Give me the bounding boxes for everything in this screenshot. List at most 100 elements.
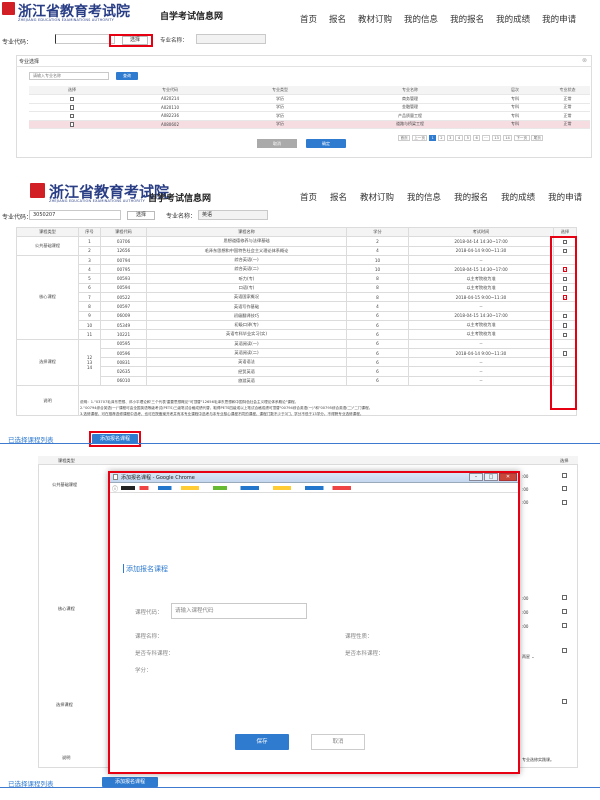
cell: 8	[346, 282, 409, 294]
checkbox-icon[interactable]	[562, 248, 568, 254]
close-button[interactable]: ✕	[499, 473, 517, 481]
page-5[interactable]: 5	[464, 135, 472, 141]
close-icon[interactable]: ⊗	[582, 57, 587, 64]
row-checkbox[interactable]	[29, 111, 115, 121]
major-code-input[interactable]	[55, 34, 115, 44]
table-header: 课程类型 序号 课程代码 课程名称 学分 考试时间 选择	[16, 226, 577, 238]
nav-myscore[interactable]: 我的成绩	[501, 191, 535, 203]
nav-textbook[interactable]: 教材订购	[360, 191, 394, 203]
cancel-button[interactable]: 取消	[257, 139, 297, 148]
minimize-button[interactable]: –	[469, 473, 483, 481]
cell: 2018-04-15 14:30~17:00	[408, 264, 554, 275]
window-title: 添加报名课程 - Google Chrome	[121, 475, 195, 481]
major-code-input[interactable]: 3050207	[29, 210, 121, 220]
major-name-input[interactable]	[196, 34, 266, 44]
page-prev[interactable]: 上一页	[411, 135, 428, 141]
cancel-button[interactable]: 取消	[311, 734, 365, 750]
page-first[interactable]: 首页	[398, 135, 411, 141]
cell: 8	[78, 301, 101, 312]
nav-home[interactable]: 首页	[300, 13, 317, 25]
row-select-empty	[553, 375, 577, 387]
row-checkbox[interactable]	[29, 103, 115, 112]
checkbox-icon[interactable]	[69, 113, 75, 119]
row-checkbox[interactable]	[553, 319, 577, 331]
nav-myapply[interactable]: 我的申请	[542, 13, 576, 25]
page-2[interactable]: 2	[437, 135, 446, 141]
row-checkbox[interactable]	[553, 329, 577, 340]
confirm-button[interactable]: 确定	[306, 139, 346, 148]
course-type: 选择课程	[16, 338, 79, 387]
checkbox-icon[interactable]	[562, 595, 567, 600]
checkbox-icon[interactable]	[562, 623, 567, 628]
checkbox-icon[interactable]	[562, 286, 568, 291]
row-checkbox[interactable]	[553, 310, 577, 321]
cell: 00794	[100, 254, 147, 266]
nav-home[interactable]: 首页	[300, 191, 317, 203]
col-header: 学分	[346, 226, 409, 238]
table-row: 选择课程 12 13 14 00595 英语阅读(一) 6 --	[16, 338, 577, 387]
table-row[interactable]: A020214 学历 商务管理 专科 正常	[29, 94, 590, 104]
table-row[interactable]: A082236 学历 产品质量工程 专科 正常	[29, 111, 590, 121]
checkbox-icon[interactable]	[562, 313, 568, 319]
col-header: 专业状态	[545, 86, 590, 95]
table-row: 06010 旅游英语 6 --	[17, 375, 577, 387]
major-search-input[interactable]: 请输入专业名称	[29, 72, 109, 80]
row-checkbox[interactable]	[553, 264, 577, 275]
search-button[interactable]: 查询	[116, 72, 138, 80]
page-4[interactable]: 4	[455, 135, 463, 141]
divider	[0, 443, 600, 444]
row-checkbox[interactable]	[553, 245, 577, 256]
nav-myapply[interactable]: 我的申请	[548, 191, 582, 203]
cell: --	[408, 338, 554, 349]
row-checkbox[interactable]	[553, 347, 577, 359]
nav-myreg[interactable]: 我的报名	[454, 191, 488, 203]
row-checkbox[interactable]	[553, 282, 577, 294]
nav-myreg[interactable]: 我的报名	[450, 13, 484, 25]
checkbox-icon[interactable]	[562, 699, 567, 704]
row-checkbox[interactable]	[29, 94, 115, 104]
checkbox-icon[interactable]	[562, 276, 568, 282]
row-checkbox[interactable]	[29, 120, 115, 129]
checkbox-icon[interactable]	[69, 96, 75, 102]
checkbox-icon[interactable]	[562, 473, 567, 478]
checkbox-icon[interactable]	[69, 122, 75, 127]
nav-register[interactable]: 报名	[330, 191, 347, 203]
nav-textbook[interactable]: 教材订购	[358, 13, 392, 25]
bg-select[interactable]: 两星 ⌄	[522, 654, 535, 660]
checkbox-icon[interactable]	[562, 351, 568, 356]
course-code-input[interactable]: 请输入课程代码	[171, 603, 307, 619]
page-6[interactable]: 6	[472, 135, 481, 141]
page-13[interactable]: 13	[491, 135, 502, 141]
table-row[interactable]: A020110 学历 金融管理 专科 正常	[29, 103, 590, 112]
page-last[interactable]: 尾页	[531, 135, 544, 141]
checkbox-icon[interactable]	[562, 648, 567, 653]
checkbox-icon[interactable]	[562, 332, 568, 338]
row-checkbox[interactable]	[553, 273, 577, 284]
row-checkbox[interactable]	[553, 292, 577, 303]
col-header: 课程名称	[146, 226, 347, 238]
page-1[interactable]: 1	[428, 135, 437, 141]
checkbox-icon[interactable]	[562, 323, 568, 328]
save-button[interactable]: 保存	[235, 734, 289, 750]
page-14[interactable]: 14	[502, 135, 513, 141]
checked-checkbox-icon[interactable]	[562, 295, 568, 300]
add-course-button[interactable]: 添加报名课程	[102, 777, 158, 787]
page-next[interactable]: 下一页	[513, 135, 530, 141]
nav-register[interactable]: 报名	[329, 13, 346, 25]
checkbox-icon[interactable]	[69, 105, 75, 110]
nav-myinfo[interactable]: 我的信息	[407, 191, 441, 203]
checkbox-icon[interactable]	[562, 486, 567, 491]
nav-myscore[interactable]: 我的成绩	[496, 13, 530, 25]
page-3[interactable]: 3	[446, 135, 454, 141]
table-row: 核心课程 3 00794 综合英语(一) 10 --	[16, 254, 577, 340]
choose-major-button[interactable]: 选择	[127, 211, 155, 220]
checkbox-icon[interactable]	[562, 609, 567, 614]
checkbox-icon[interactable]	[562, 239, 568, 245]
checked-checkbox-icon[interactable]	[562, 267, 568, 272]
choose-major-button[interactable]: 选择	[122, 36, 148, 45]
nav-myinfo[interactable]: 我的信息	[404, 13, 438, 25]
maximize-button[interactable]: □	[484, 473, 498, 481]
row-checkbox[interactable]	[553, 236, 577, 247]
checkbox-icon[interactable]	[562, 500, 567, 505]
table-row[interactable]: A080602 学历 道路与桥梁工程 专科 正常	[29, 120, 590, 129]
